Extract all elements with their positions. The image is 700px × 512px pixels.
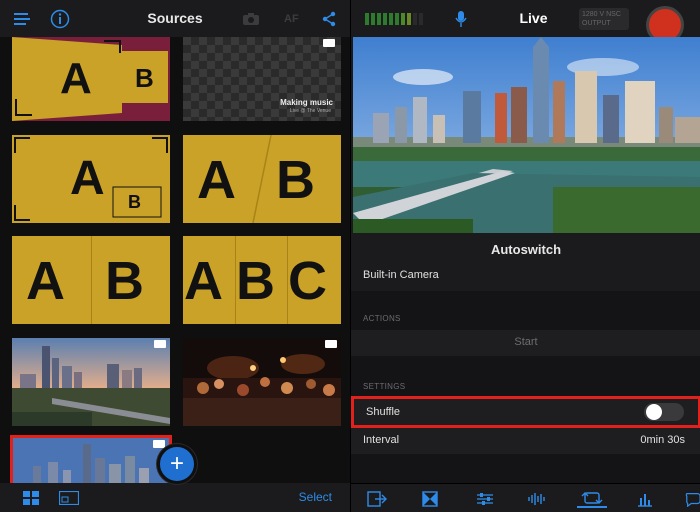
autoswitch-header: Autoswitch xyxy=(351,233,700,265)
tile-letter: A xyxy=(197,150,236,210)
add-source-button[interactable]: + xyxy=(157,444,197,484)
source-tile-angled-pip[interactable]: A B xyxy=(12,37,170,121)
tile-letter: B xyxy=(236,251,275,311)
interval-value: 0min 30s xyxy=(640,434,685,446)
source-tile-side-by-side[interactable]: A B xyxy=(12,236,170,324)
mic-icon[interactable] xyxy=(455,8,467,30)
interval-label: Interval xyxy=(363,434,400,446)
image-badge-icon xyxy=(154,340,166,348)
live-preview xyxy=(353,37,700,233)
tile-letter: C xyxy=(288,251,327,311)
info-icon[interactable] xyxy=(50,8,70,30)
source-tile-three-split[interactable]: A B C xyxy=(183,236,341,324)
shuffle-row[interactable]: Shuffle xyxy=(351,396,700,428)
sources-header: Sources AF xyxy=(0,0,350,37)
source-tile-selected-city[interactable] xyxy=(10,435,172,483)
autoswitch-title: Autoswitch xyxy=(490,242,562,257)
image-badge-icon xyxy=(153,440,165,448)
live-panel: Live 1280 V NSC OUTPUT Autoswitch Built-… xyxy=(350,0,700,512)
tile-letter: A xyxy=(26,251,65,311)
source-tile-diagonal-split[interactable]: A B xyxy=(183,135,341,223)
source-tile-concert-photo[interactable] xyxy=(183,338,341,426)
shuffle-label: Shuffle xyxy=(366,406,401,418)
interval-row[interactable]: Interval 0min 30s xyxy=(351,428,700,454)
tile-letter: A xyxy=(70,152,105,205)
tile-letter: A xyxy=(184,251,223,311)
start-button[interactable]: Start xyxy=(351,336,700,348)
menu-icon[interactable] xyxy=(14,8,32,30)
tile-letter: A xyxy=(60,54,92,103)
actions-section-label: ACTIONS xyxy=(363,314,401,323)
live-header: Live 1280 V NSC OUTPUT xyxy=(351,0,700,44)
source-label: Built-in Camera xyxy=(363,269,439,281)
overlay-caption-sub: Live @ The Venue xyxy=(289,108,331,114)
app-window: Sources AF A B Making music Live @ The V… xyxy=(0,0,700,512)
output-status: 1280 V NSC OUTPUT xyxy=(579,8,629,30)
sources-toolbar xyxy=(0,483,350,512)
settings-section-label: SETTINGS xyxy=(363,382,406,391)
layout-view-icon[interactable] xyxy=(58,489,80,507)
audio-icon[interactable] xyxy=(526,490,548,508)
plus-icon: + xyxy=(169,450,184,477)
live-toolbar xyxy=(351,483,700,512)
autofocus-label[interactable]: AF xyxy=(284,8,299,30)
image-badge-icon xyxy=(325,340,337,348)
select-button[interactable]: Select xyxy=(299,490,332,504)
toggle-knob xyxy=(646,404,662,420)
source-row[interactable]: Built-in Camera xyxy=(351,265,700,291)
source-tile-pip[interactable]: A B xyxy=(12,135,170,223)
source-tile-city-photo[interactable] xyxy=(12,338,170,426)
audio-meter-icon xyxy=(365,13,425,25)
chat-icon[interactable] xyxy=(685,490,700,508)
tile-letter: B xyxy=(276,150,315,210)
mixer-icon[interactable] xyxy=(474,490,496,508)
transition-icon[interactable] xyxy=(419,490,441,508)
shuffle-toggle[interactable] xyxy=(644,403,684,421)
split-divider xyxy=(91,236,92,324)
tile-letter: B xyxy=(128,192,141,212)
stats-icon[interactable] xyxy=(634,490,656,508)
autoswitch-icon[interactable] xyxy=(577,490,607,508)
tile-letter: B xyxy=(135,63,154,93)
output-icon[interactable] xyxy=(366,490,388,508)
tile-letter: B xyxy=(105,251,144,311)
sources-panel: Sources AF A B Making music Live @ The V… xyxy=(0,0,350,512)
overlay-caption-title: Making music xyxy=(280,98,333,107)
autoswitch-settings: Built-in Camera ACTIONS Start SETTINGS S… xyxy=(351,265,700,483)
source-tile-overlay[interactable]: Making music Live @ The Venue xyxy=(183,37,341,121)
start-row[interactable]: Start xyxy=(351,330,700,356)
share-icon[interactable] xyxy=(321,8,337,30)
camera-icon[interactable] xyxy=(242,8,260,30)
image-badge-icon xyxy=(323,39,335,47)
grid-view-icon[interactable] xyxy=(20,489,42,507)
sources-grid: A B Making music Live @ The Venue A B A … xyxy=(0,37,350,483)
